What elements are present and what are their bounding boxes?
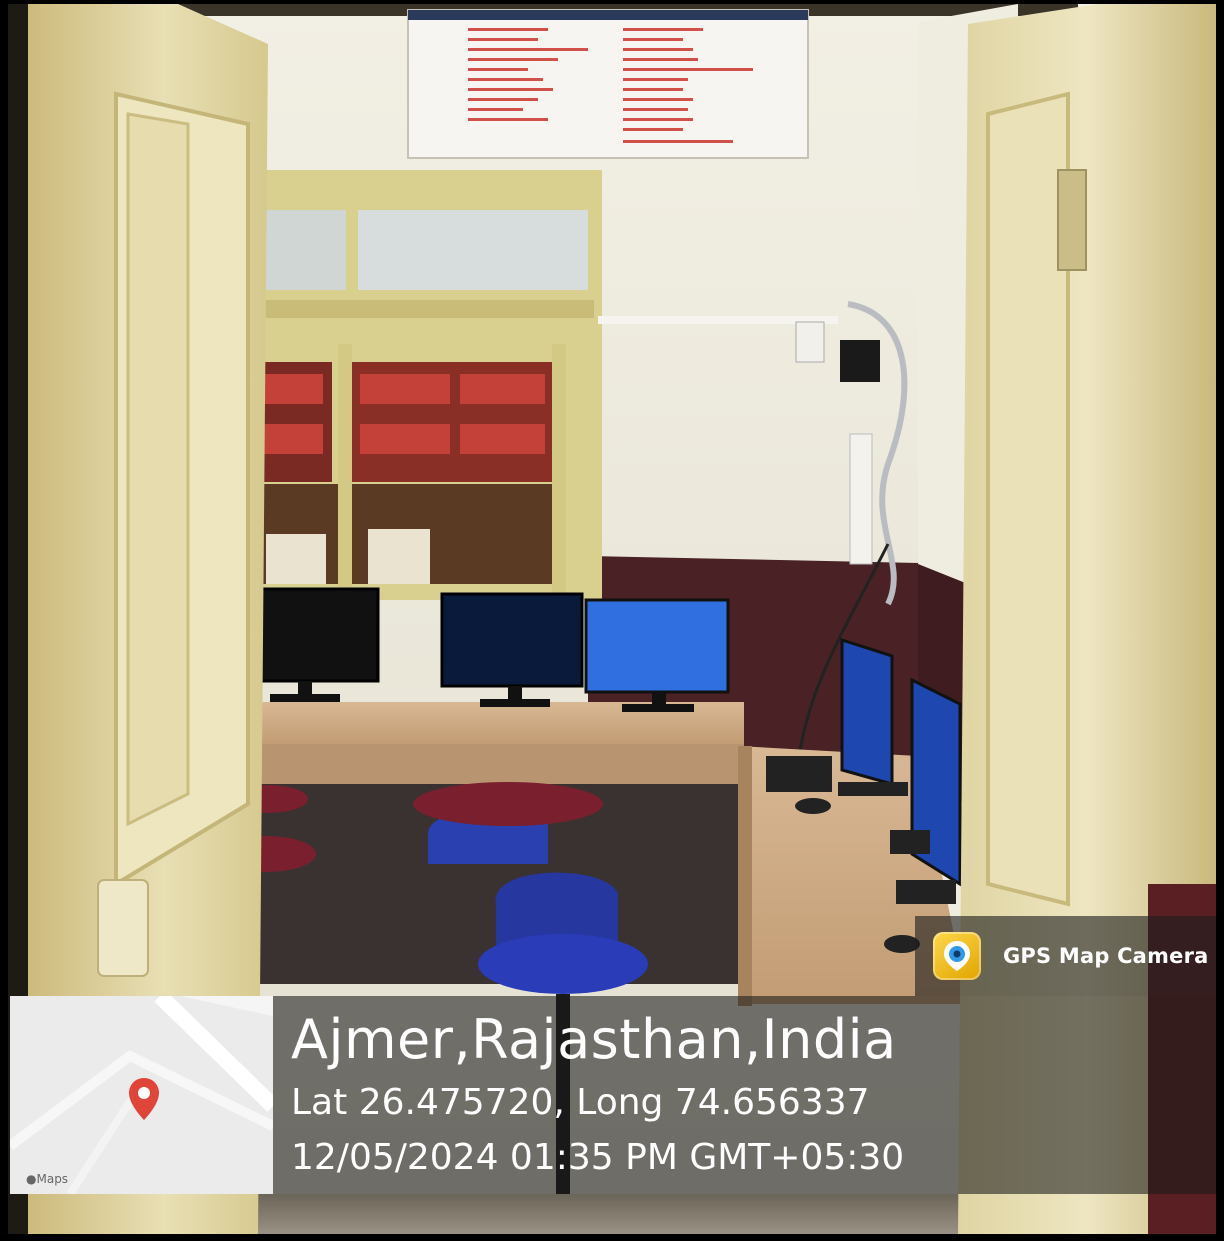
long-label: Long [576,1082,664,1123]
photo-frame: GPS Map Camera ●Maps Ajmer,Rajasthan,Ind… [8,4,1216,1234]
map-brand: ●Maps [26,1172,68,1186]
apple-logo-icon: ● [26,1172,37,1186]
lat-value: 26.475720, [358,1082,565,1123]
coordinates-line: Lat 26.475720, Long 74.656337 [291,1079,870,1127]
lat-label: Lat [291,1082,348,1123]
map-pin-icon [129,1078,159,1120]
app-name-label: GPS Map Camera [1003,944,1209,968]
long-value: 74.656337 [674,1082,870,1123]
map-thumbnail[interactable]: ●Maps [10,996,273,1194]
gps-map-camera-logo-icon [933,932,981,980]
location-title: Ajmer,Rajasthan,India [291,1008,897,1071]
map-brand-label: Maps [36,1172,69,1186]
gps-map-camera-badge: GPS Map Camera [915,916,1216,996]
timestamp: 12/05/2024 01:35 PM GMT+05:30 [291,1137,905,1178]
